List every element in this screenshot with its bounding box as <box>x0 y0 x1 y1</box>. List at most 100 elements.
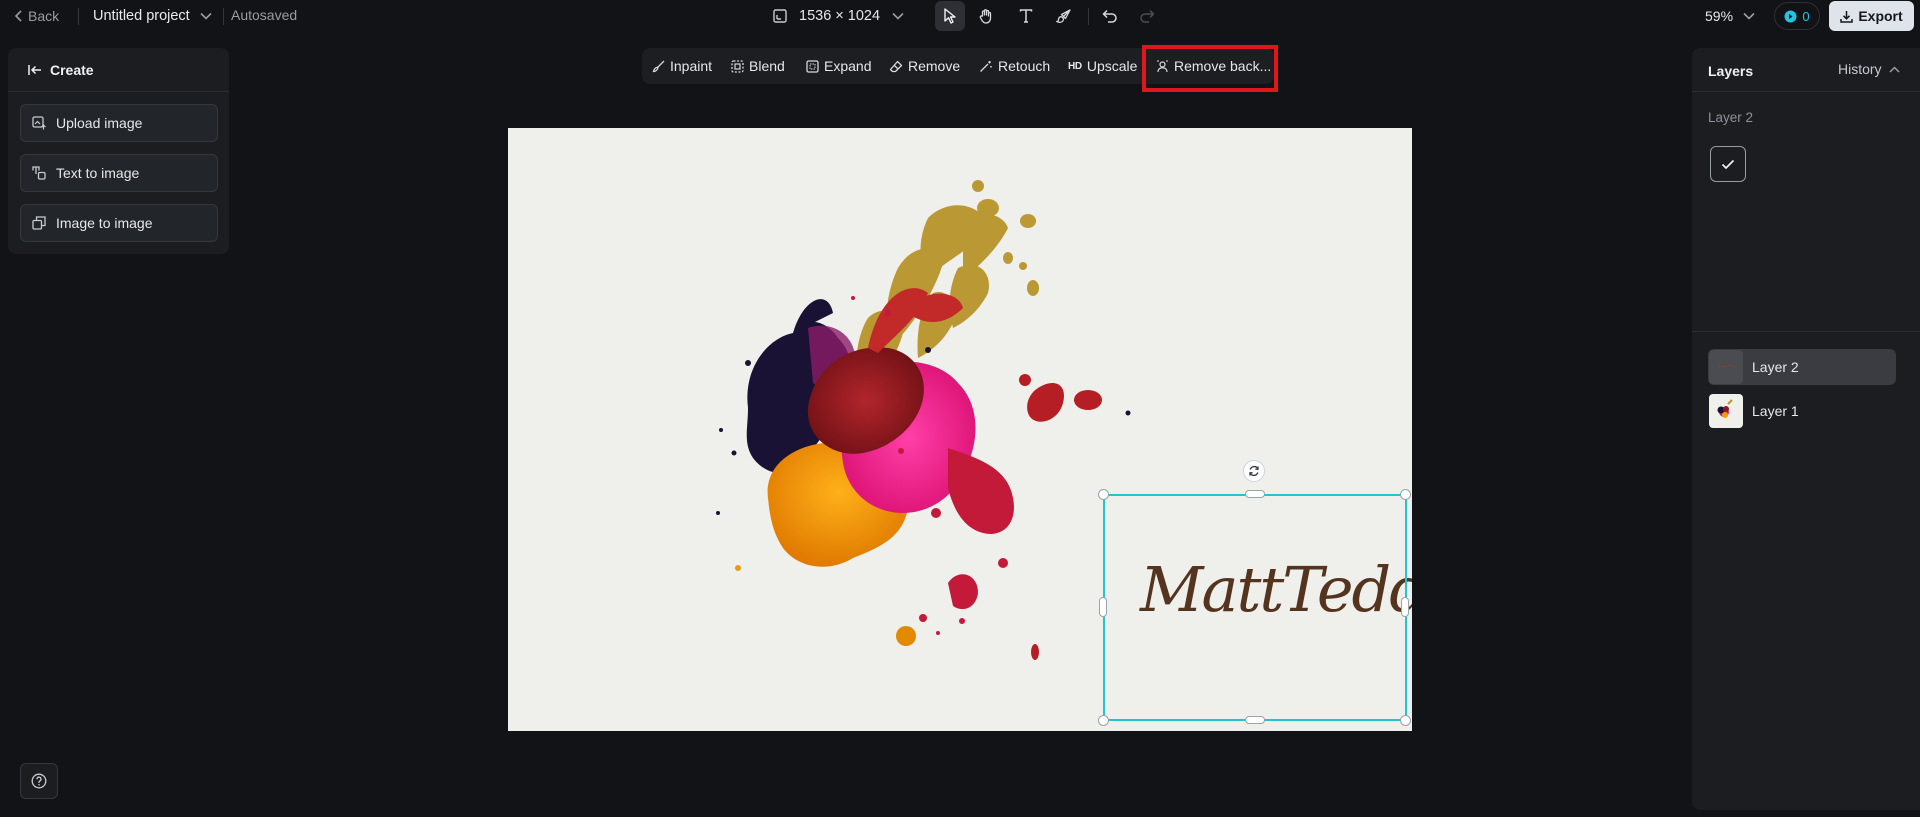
inpaint-brush-icon <box>652 60 665 73</box>
blend-icon <box>731 59 744 73</box>
remove-background-button[interactable]: Remove back... <box>1156 52 1271 80</box>
project-name-dropdown[interactable]: Untitled project <box>93 6 212 26</box>
credits-badge[interactable]: 0 <box>1774 2 1820 30</box>
project-name: Untitled project <box>93 8 190 24</box>
layer-thumbnail <box>1709 350 1743 384</box>
zoom-value: 59% <box>1705 8 1734 24</box>
history-toggle[interactable]: History <box>1838 61 1900 77</box>
layers-panel-header: Layers History <box>1692 48 1920 92</box>
text-to-image-icon <box>32 166 46 180</box>
text-to-image-button[interactable]: Text to image <box>20 154 218 192</box>
rotate-handle[interactable] <box>1243 460 1265 482</box>
blend-label: Blend <box>749 58 785 74</box>
create-panel-title: Create <box>50 61 94 78</box>
divider <box>1088 8 1089 25</box>
upscale-button[interactable]: HD Upscale <box>1068 52 1137 80</box>
undo-icon <box>1102 9 1118 23</box>
chevron-up-icon <box>1889 65 1900 73</box>
resize-handle-top-right[interactable] <box>1400 489 1411 500</box>
create-panel: Create Upload image Text to image Image … <box>8 48 229 254</box>
resize-icon <box>773 9 787 23</box>
eraser-icon <box>889 60 903 73</box>
resize-handle-left[interactable] <box>1099 597 1107 617</box>
divider <box>1692 331 1920 332</box>
credits-count: 0 <box>1802 8 1810 24</box>
create-panel-header[interactable]: Create <box>8 48 229 92</box>
history-label: History <box>1838 61 1882 77</box>
question-mark-icon <box>31 773 47 789</box>
inpaint-label: Inpaint <box>670 58 713 74</box>
layers-title: Layers <box>1708 63 1754 79</box>
chevron-left-icon <box>14 10 24 22</box>
resize-handle-right[interactable] <box>1401 597 1409 617</box>
help-button[interactable] <box>20 763 58 799</box>
cursor-arrow-icon <box>943 8 957 24</box>
hd-badge-icon: HD <box>1068 60 1082 72</box>
upload-image-button[interactable]: Upload image <box>20 104 218 142</box>
image-to-image-button[interactable]: Image to image <box>20 204 218 242</box>
text-icon <box>1019 9 1033 23</box>
selection-box[interactable] <box>1103 494 1407 721</box>
expand-icon <box>806 59 819 73</box>
autosave-status: Autosaved <box>231 7 298 23</box>
brush-tool-button[interactable] <box>1049 1 1079 31</box>
divider <box>223 8 224 25</box>
resize-handle-top[interactable] <box>1245 490 1265 498</box>
redo-icon <box>1139 9 1155 23</box>
download-icon <box>1840 10 1854 23</box>
layer-item[interactable]: Layer 1 <box>1708 393 1896 429</box>
checkmark-icon <box>1721 159 1735 170</box>
selected-layer-label: Layer 2 <box>1708 110 1754 125</box>
resize-handle-bottom[interactable] <box>1245 716 1265 724</box>
select-tool-button[interactable] <box>935 1 965 31</box>
remove-button[interactable]: Remove <box>889 52 960 80</box>
chevron-down-icon <box>200 12 212 20</box>
image-to-image-label: Image to image <box>56 215 153 231</box>
person-cutout-icon <box>1156 60 1169 73</box>
blend-button[interactable]: Blend <box>731 52 785 80</box>
upload-image-label: Upload image <box>56 115 143 131</box>
chevron-down-icon <box>1743 12 1755 20</box>
retouch-button[interactable]: Retouch <box>979 52 1050 80</box>
hand-icon <box>978 8 994 24</box>
canvas-size-value: 1536 × 1024 <box>799 8 881 24</box>
redo-button[interactable] <box>1132 1 1162 31</box>
remove-label: Remove <box>908 58 961 74</box>
image-to-image-icon <box>32 216 46 230</box>
upload-image-icon <box>32 116 46 130</box>
resize-handle-bottom-right[interactable] <box>1400 715 1411 726</box>
divider <box>78 8 79 25</box>
expand-button[interactable]: Expand <box>806 52 871 80</box>
back-label: Back <box>28 8 60 24</box>
remove-background-label: Remove back... <box>1174 58 1272 74</box>
edit-toolbar: Inpaint Blend Expand Remove Retouch HD U… <box>642 48 1274 84</box>
text-tool-button[interactable] <box>1011 1 1041 31</box>
retouch-label: Retouch <box>998 58 1051 74</box>
layer-thumbnail <box>1709 394 1743 428</box>
layer-name: Layer 2 <box>1752 359 1799 375</box>
back-button[interactable]: Back <box>14 6 59 26</box>
layer-visibility-checkbox[interactable] <box>1710 146 1746 182</box>
retouch-wand-icon <box>979 60 993 73</box>
export-label: Export <box>1858 8 1903 24</box>
brush-icon <box>1056 8 1072 24</box>
resize-handle-top-left[interactable] <box>1098 489 1109 500</box>
hand-tool-button[interactable] <box>971 1 1001 31</box>
expand-label: Expand <box>824 58 872 74</box>
chevron-down-icon <box>892 12 904 20</box>
zoom-dropdown[interactable]: 59% <box>1705 5 1755 27</box>
undo-button[interactable] <box>1095 1 1125 31</box>
layer-item[interactable]: Layer 2 <box>1708 349 1896 385</box>
credit-coin-icon <box>1784 10 1797 23</box>
layer-name: Layer 1 <box>1752 403 1799 419</box>
upscale-label: Upscale <box>1086 58 1138 74</box>
inpaint-button[interactable]: Inpaint <box>652 52 712 80</box>
layers-panel: Layers History Layer 2 Layer 2 Layer 1 <box>1692 48 1920 810</box>
canvas-size-dropdown[interactable]: 1536 × 1024 <box>773 4 904 28</box>
text-to-image-label: Text to image <box>56 165 140 181</box>
rotate-icon <box>1248 465 1260 477</box>
resize-handle-bottom-left[interactable] <box>1098 715 1109 726</box>
export-button[interactable]: Export <box>1829 1 1914 31</box>
collapse-panel-icon <box>28 64 42 76</box>
top-bar: Back Untitled project Autosaved 1536 × 1… <box>0 0 1920 32</box>
